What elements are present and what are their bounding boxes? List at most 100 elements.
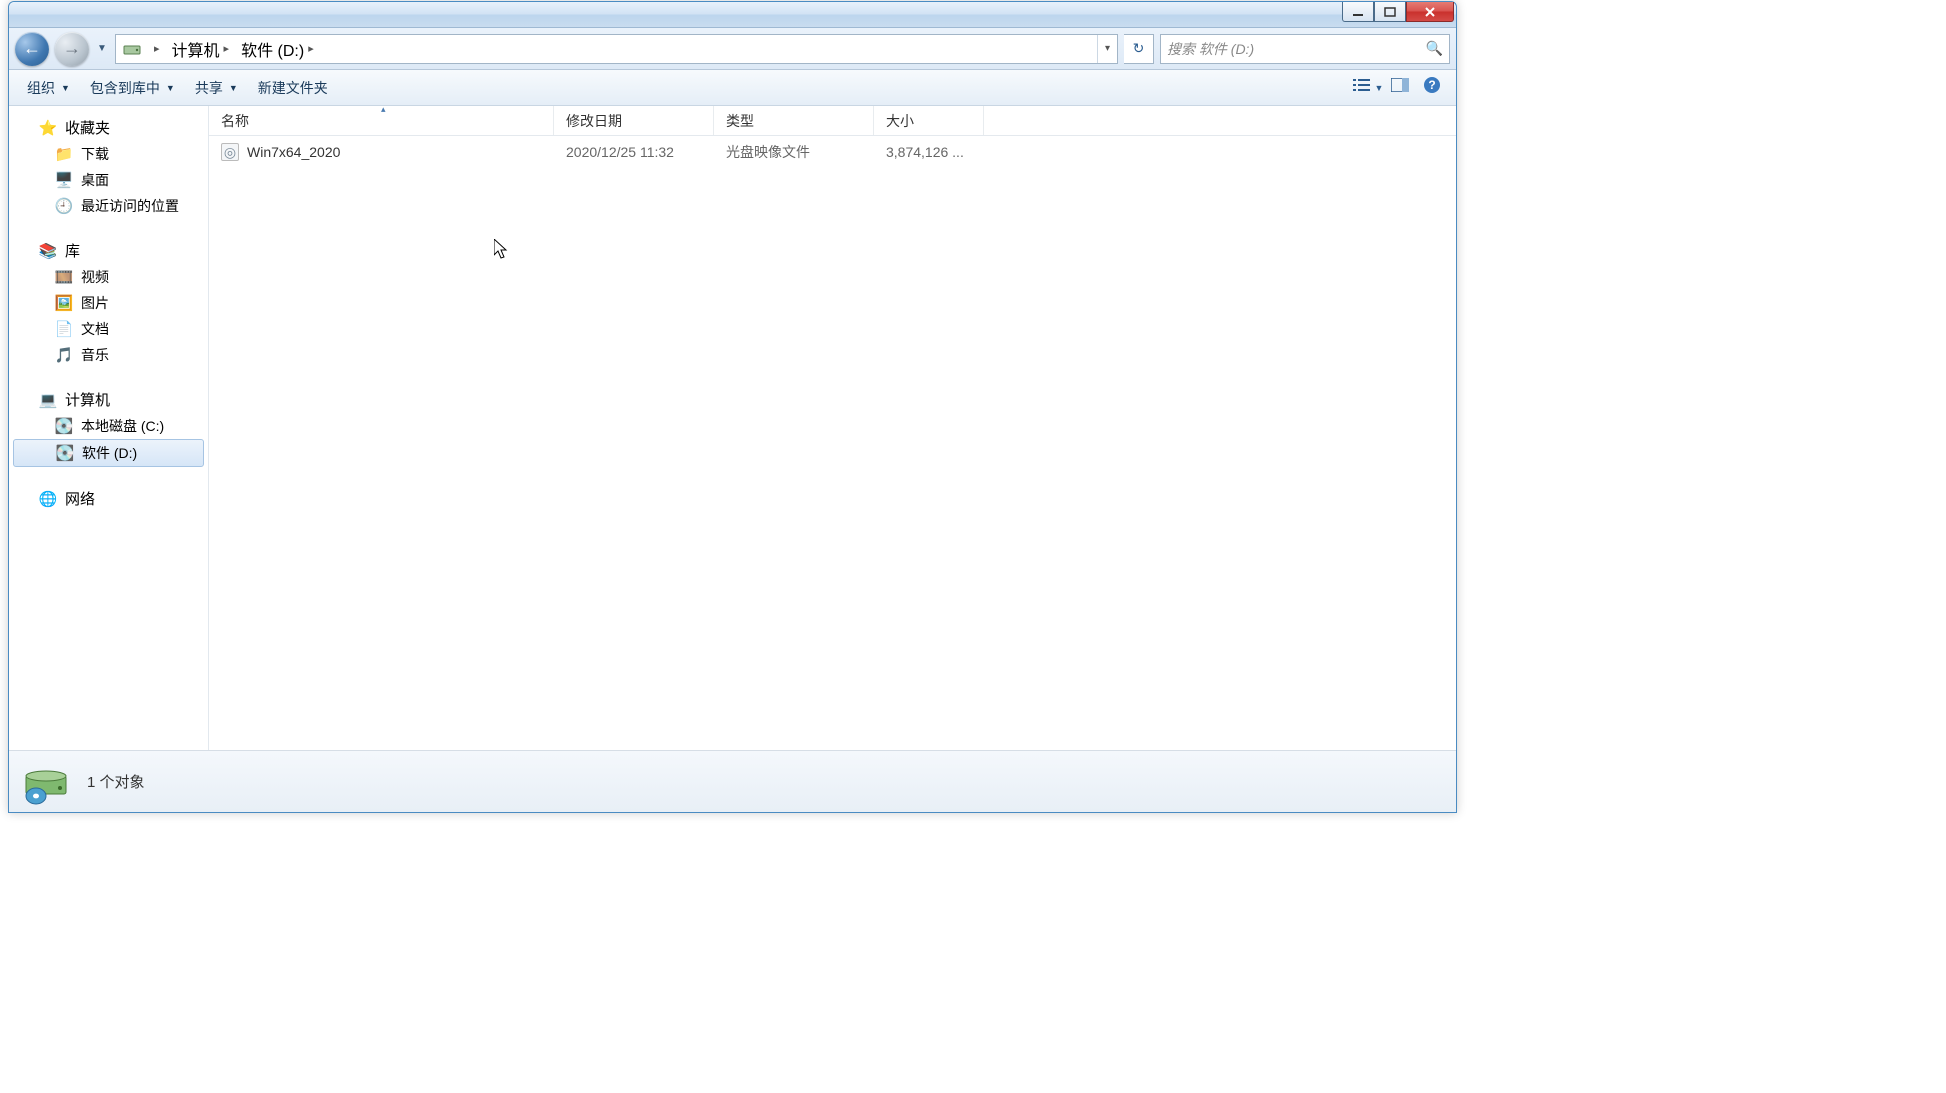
file-type-cell: 光盘映像文件 — [714, 142, 874, 162]
sidebar-label: 桌面 — [81, 170, 109, 190]
toolbar: 组织▼ 包含到库中▼ 共享▼ 新建文件夹 ▼ ? — [9, 70, 1456, 106]
preview-pane-button[interactable] — [1384, 74, 1416, 102]
file-type: 光盘映像文件 — [726, 142, 810, 162]
breadcrumb-root-chevron[interactable]: ▸ — [148, 35, 166, 63]
column-header-size[interactable]: 大小 — [874, 106, 984, 135]
chevron-down-icon: ▼ — [1375, 83, 1384, 93]
file-size-cell: 3,874,126 ... — [874, 144, 984, 160]
sidebar-header-computer[interactable]: 💻 计算机 — [9, 386, 208, 413]
address-bar-row: ← → ▼ ▸ 计算机 ▸ 软件 (D:) ▸ ▾ ↻ 🔍 — [9, 28, 1456, 70]
column-header-name[interactable]: 名称 ▴ — [209, 106, 554, 135]
pictures-icon: 🖼️ — [55, 294, 73, 312]
breadcrumb-bar[interactable]: ▸ 计算机 ▸ 软件 (D:) ▸ ▾ — [115, 34, 1118, 64]
column-label: 名称 — [221, 111, 249, 131]
sidebar-label: 下载 — [81, 144, 109, 164]
list-view-icon — [1353, 78, 1371, 97]
chevron-right-icon: ▸ — [224, 42, 230, 55]
sidebar-item-videos[interactable]: 🎞️ 视频 — [9, 264, 208, 290]
star-icon: ⭐ — [39, 119, 57, 137]
column-label: 大小 — [886, 111, 914, 131]
chevron-down-icon: ▼ — [229, 83, 238, 93]
sidebar-group-favorites: ⭐ 收藏夹 📁 下载 🖥️ 桌面 🕘最近访问的位置 — [9, 114, 208, 219]
share-button[interactable]: 共享▼ — [185, 72, 248, 104]
explorer-window: ← → ▼ ▸ 计算机▸ 软件 (D:)▸ ▾ ↻ 🔍 组织▼ 包含到库中▼ 共… — [8, 1, 1457, 813]
refresh-button[interactable]: ↻ — [1124, 34, 1154, 64]
computer-icon: 💻 — [39, 391, 57, 409]
svg-text:?: ? — [1428, 78, 1435, 92]
sidebar-header-network[interactable]: 🌐网络 — [9, 485, 208, 512]
new-folder-button[interactable]: 新建文件夹 — [248, 72, 338, 104]
download-folder-icon: 📁 — [55, 145, 73, 163]
nav-history-dropdown[interactable]: ▼ — [95, 43, 109, 54]
file-list: 名称 ▴ 修改日期 类型 大小 ◎ Win7x64_2020 2020/12/2… — [209, 106, 1456, 750]
sidebar-label: 库 — [65, 240, 80, 261]
content-area: ⭐收藏夹 📁下载 🖥️桌面 🕘最近访问的位置 📚库 🎞️视频 🖼️图片 📄文档 … — [9, 106, 1456, 750]
column-header-type[interactable]: 类型 — [714, 106, 874, 135]
column-label: 类型 — [726, 111, 754, 131]
help-button[interactable]: ? — [1416, 74, 1448, 102]
titlebar — [9, 2, 1456, 28]
file-date-cell: 2020/12/25 11:32 — [554, 144, 714, 160]
sidebar-group-libraries: 📚库 🎞️视频 🖼️图片 📄文档 🎵音乐 — [9, 237, 208, 368]
sidebar-item-pictures[interactable]: 🖼️ 图片 — [9, 290, 208, 316]
search-input[interactable] — [1167, 41, 1426, 57]
sidebar-item-music[interactable]: 🎵音乐 — [9, 342, 208, 368]
organize-button[interactable]: 组织 ▼ — [17, 72, 80, 104]
nav-forward-button[interactable]: → — [55, 32, 89, 66]
sidebar-label: 计算机 — [65, 389, 110, 410]
arrow-left-icon: ← — [23, 38, 41, 59]
breadcrumb-segment-drive[interactable]: 软件 (D:) ▸ — [235, 35, 320, 63]
sidebar-label: 音乐 — [81, 345, 109, 365]
sidebar-label: 最近访问的位置 — [81, 196, 179, 216]
breadcrumb-segment-computer[interactable]: 计算机 ▸ — [166, 35, 236, 63]
sidebar-label: 图片 — [81, 293, 109, 313]
drive-icon — [120, 37, 144, 61]
sidebar-item-downloads[interactable]: 📁 下载 — [9, 141, 208, 167]
search-box[interactable]: 🔍 — [1160, 34, 1450, 64]
sidebar-header-libraries[interactable]: 📚库 — [9, 237, 208, 264]
status-text: 1 个对象 — [87, 771, 145, 792]
drive-large-icon — [21, 757, 71, 807]
include-in-library-button[interactable]: 包含到库中▼ — [80, 72, 185, 104]
chevron-right-icon: ▸ — [308, 42, 314, 55]
chevron-right-icon: ▸ — [154, 42, 160, 55]
sidebar-header-favorites[interactable]: ⭐ 收藏夹 — [9, 114, 208, 141]
desktop-icon: 🖥️ — [55, 171, 73, 189]
breadcrumb-history-dropdown[interactable]: ▾ — [1097, 35, 1117, 63]
sidebar-label: 本地磁盘 (C:) — [81, 416, 164, 436]
maximize-button[interactable] — [1374, 2, 1406, 22]
refresh-icon: ↻ — [1133, 40, 1145, 57]
breadcrumb-label: 计算机 — [172, 37, 220, 61]
column-header-date[interactable]: 修改日期 — [554, 106, 714, 135]
disc-image-icon: ◎ — [221, 143, 239, 161]
breadcrumb-label: 软件 (D:) — [241, 37, 304, 61]
arrow-right-icon: → — [63, 38, 81, 59]
sidebar-group-network: 🌐网络 — [9, 485, 208, 512]
sidebar-group-computer: 💻 计算机 💽 本地磁盘 (C:) 💽软件 (D:) — [9, 386, 208, 467]
close-button[interactable] — [1406, 2, 1454, 22]
network-icon: 🌐 — [39, 490, 57, 508]
sidebar-item-drive-d[interactable]: 💽软件 (D:) — [13, 439, 204, 467]
sidebar-item-recent[interactable]: 🕘最近访问的位置 — [9, 193, 208, 219]
library-icon: 📚 — [39, 242, 57, 260]
file-name: Win7x64_2020 — [247, 144, 340, 160]
minimize-button[interactable] — [1342, 2, 1374, 22]
sidebar-item-drive-c[interactable]: 💽 本地磁盘 (C:) — [9, 413, 208, 439]
sidebar-item-desktop[interactable]: 🖥️ 桌面 — [9, 167, 208, 193]
sidebar-label: 视频 — [81, 267, 109, 287]
drive-icon: 💽 — [55, 417, 73, 435]
video-icon: 🎞️ — [55, 268, 73, 286]
navigation-pane: ⭐收藏夹 📁下载 🖥️桌面 🕘最近访问的位置 📚库 🎞️视频 🖼️图片 📄文档 … — [9, 106, 209, 750]
documents-icon: 📄 — [55, 320, 73, 338]
file-date: 2020/12/25 11:32 — [566, 144, 674, 160]
toolbar-label: 组织 — [27, 78, 55, 98]
nav-back-button[interactable]: ← — [15, 32, 49, 66]
file-row[interactable]: ◎ Win7x64_2020 2020/12/25 11:32 光盘映像文件 3… — [209, 136, 1456, 168]
view-options-button[interactable]: ▼ — [1352, 74, 1384, 102]
file-name-cell: ◎ Win7x64_2020 — [209, 143, 554, 161]
toolbar-label: 包含到库中 — [90, 78, 160, 98]
sidebar-item-documents[interactable]: 📄文档 — [9, 316, 208, 342]
sidebar-label: 收藏夹 — [65, 117, 110, 138]
drive-icon: 💽 — [56, 444, 74, 462]
chevron-down-icon: ▼ — [61, 83, 70, 93]
